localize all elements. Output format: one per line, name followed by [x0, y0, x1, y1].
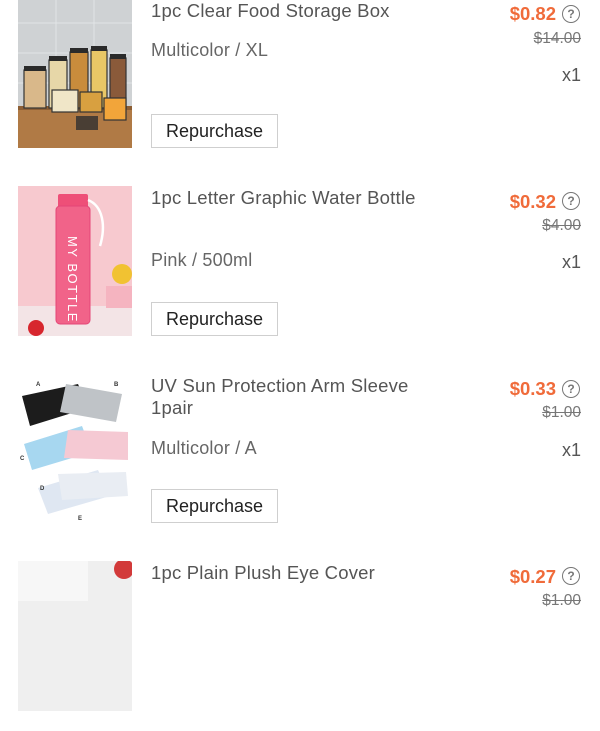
product-image[interactable]: MY BOTTLE	[18, 186, 132, 336]
food-storage-box-image	[18, 0, 132, 148]
original-price: $1.00	[542, 592, 581, 609]
repurchase-button[interactable]: Repurchase	[151, 302, 278, 336]
order-item: 1pc Plain Plush Eye Cover $0.27 ? $1.00	[0, 561, 600, 731]
bottle-label: MY BOTTLE	[65, 236, 80, 323]
quantity: x1	[561, 65, 581, 85]
product-variant: Pink / 500ml	[151, 250, 253, 270]
original-price: $4.00	[542, 217, 581, 234]
sleeve-label-b: B	[114, 382, 119, 388]
original-price: $14.00	[533, 30, 581, 47]
quantity: x1	[561, 440, 581, 460]
sleeve-label-d: D	[40, 486, 45, 492]
help-icon[interactable]: ?	[562, 567, 580, 585]
sale-price: $0.32	[509, 191, 556, 212]
sleeve-label-c: C	[20, 456, 25, 462]
sale-price: $0.27	[509, 566, 556, 587]
product-title[interactable]: UV Sun Protection Arm Sleeve 1pair	[151, 375, 451, 419]
help-icon[interactable]: ?	[562, 380, 580, 398]
sale-price: $0.82	[509, 3, 556, 24]
eye-cover-image	[18, 561, 132, 711]
arm-sleeve-image: A B C D E	[18, 374, 132, 524]
repurchase-button[interactable]: Repurchase	[151, 489, 278, 523]
water-bottle-image: MY BOTTLE	[18, 186, 132, 336]
sale-price: $0.33	[509, 378, 556, 399]
order-item: MY BOTTLE 1pc Letter Graphic Water Bottl…	[0, 186, 600, 356]
quantity: x1	[561, 252, 581, 272]
product-image[interactable]: A B C D E	[18, 374, 132, 524]
product-title[interactable]: 1pc Letter Graphic Water Bottle	[151, 187, 451, 209]
product-title[interactable]: 1pc Clear Food Storage Box	[151, 0, 451, 22]
original-price: $1.00	[542, 404, 581, 421]
product-title[interactable]: 1pc Plain Plush Eye Cover	[151, 562, 451, 584]
product-image[interactable]	[18, 0, 132, 148]
sleeve-label-e: E	[78, 516, 82, 522]
order-item: 1pc Clear Food Storage Box Multicolor / …	[0, 0, 600, 170]
repurchase-button[interactable]: Repurchase	[151, 114, 278, 148]
help-icon[interactable]: ?	[562, 5, 580, 23]
product-variant: Multicolor / XL	[151, 40, 269, 60]
sleeve-label-a: A	[36, 382, 41, 388]
help-icon[interactable]: ?	[562, 192, 580, 210]
product-variant: Multicolor / A	[151, 438, 257, 458]
order-item: A B C D E UV Sun Protection Arm Sleeve 1…	[0, 374, 600, 544]
product-image[interactable]	[18, 561, 132, 711]
